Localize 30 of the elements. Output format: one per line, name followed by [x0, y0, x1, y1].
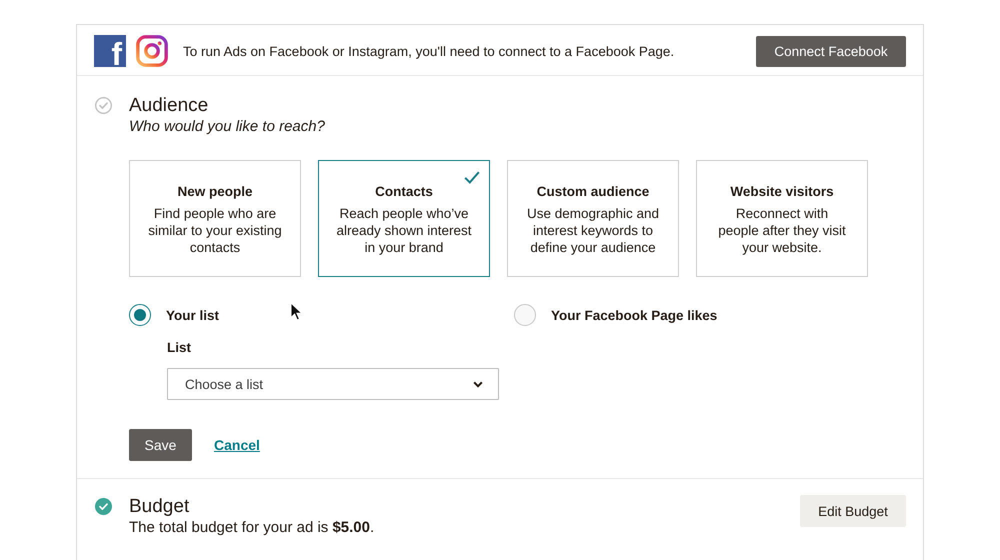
option-description: Use demographic and interest keywords to define your audience — [526, 205, 660, 256]
mouse-pointer-icon — [290, 302, 302, 321]
audience-option-card[interactable]: Contacts Reach people who’ve already shown interest in your brand — [318, 160, 490, 277]
chevron-down-icon — [473, 380, 483, 388]
checkmark-icon — [464, 171, 480, 184]
option-description: Find people who are similar to your existing contacts — [147, 205, 283, 256]
option-title: Website visitors — [730, 183, 834, 201]
edit-budget-button[interactable]: Edit Budget — [800, 495, 906, 527]
connect-facebook-button[interactable]: Connect Facebook — [756, 36, 906, 66]
instagram-logo-icon — [136, 35, 168, 67]
facebook-logo: f — [94, 35, 126, 67]
budget-summary: The total budget for your ad is $5.00. — [129, 518, 376, 538]
connect-message: To run Ads on Facebook or Instagram, you'll need to connect to a Facebook Page. — [183, 44, 674, 58]
option-title: Contacts — [375, 183, 433, 201]
option-description: Reach people who’ve already shown interest in your brand — [336, 205, 472, 256]
audience-option-card[interactable]: Custom audience Use demographic and interest keywords to define your audience — [507, 160, 679, 277]
save-button[interactable]: Save — [129, 429, 192, 461]
audience-source-radio[interactable]: Your list — [129, 304, 220, 326]
cancel-link[interactable]: Cancel — [214, 437, 260, 453]
section-title: Audience — [129, 95, 210, 117]
audience-option-card[interactable]: Website visitors Reconnect with people after they visit your website. — [696, 160, 868, 277]
option-title: Custom audience — [536, 183, 650, 201]
audience-option-card[interactable]: New people Find people who are similar to your existing contacts — [129, 160, 301, 277]
section-subtitle: Who would you like to reach? — [129, 117, 326, 137]
field-label: List — [167, 339, 192, 357]
option-description: Reconnect with people after they visit your website. — [717, 205, 847, 256]
section-title: Budget — [129, 496, 190, 518]
option-title: New people — [177, 183, 252, 201]
list-dropdown[interactable]: Choose a list — [167, 368, 499, 400]
audience-source-radio[interactable]: Your Facebook Page likes — [514, 304, 718, 326]
